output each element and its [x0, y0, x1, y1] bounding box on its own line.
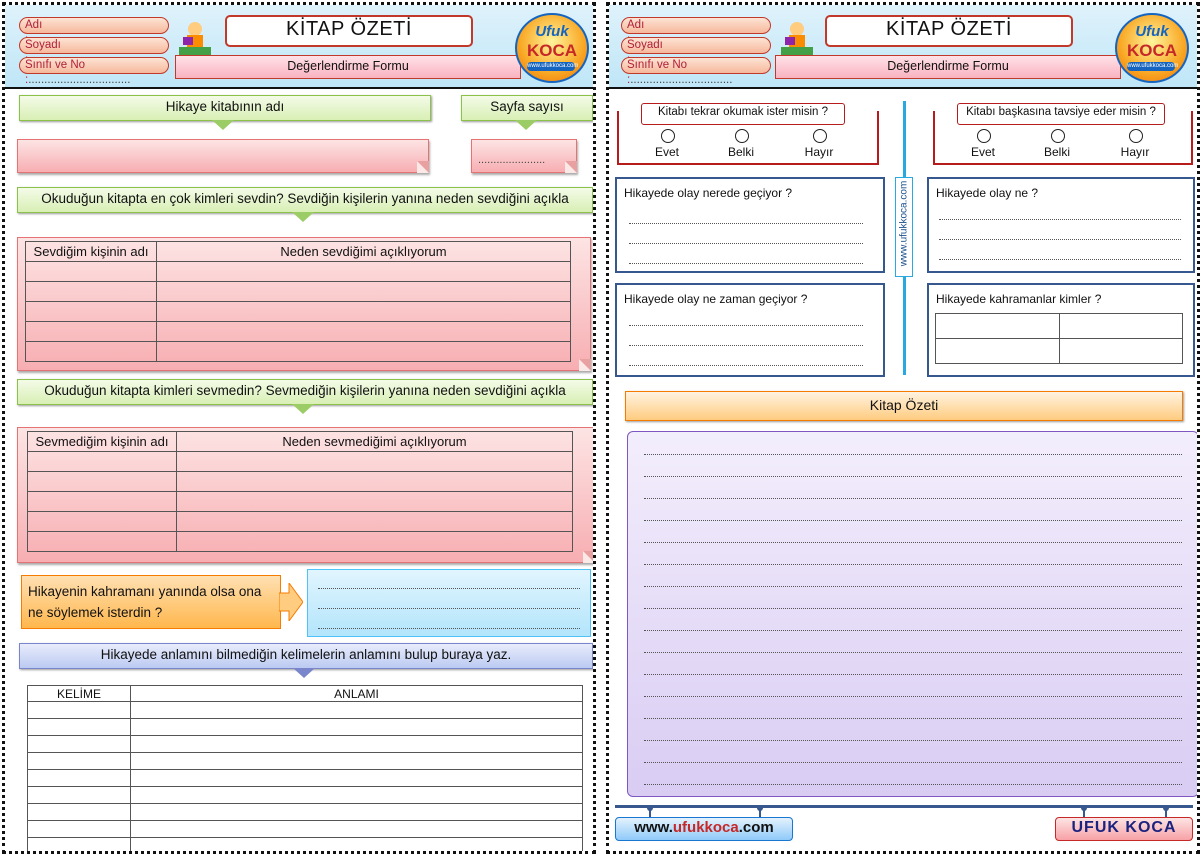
table-row[interactable] — [27, 735, 583, 753]
vocab-col-word: KELİME — [27, 685, 131, 702]
recommend-yes-radio[interactable] — [977, 129, 991, 143]
reread-maybe-radio[interactable] — [735, 129, 749, 143]
table-row[interactable] — [25, 281, 571, 302]
book-name-label: Hikaye kitabının adı — [19, 95, 431, 121]
page-title: KİTAP ÖZETİ — [225, 15, 473, 47]
table-row[interactable] — [27, 531, 573, 552]
summary-title: Kitap Özeti — [625, 391, 1183, 421]
option-no-label: Hayır — [1120, 145, 1150, 159]
liked-col-name: Sevdiğim kişinin adı — [25, 241, 157, 262]
table-row[interactable] — [27, 752, 583, 770]
reread-question: Kitabı tekrar okumak ister misin ? — [641, 103, 845, 125]
disliked-col-reason: Neden sevmediğimi açıklıyorum — [176, 431, 573, 452]
liked-table: Sevdiğim kişinin adı Neden sevdiğimi açık… — [25, 241, 571, 362]
hero-answer-box[interactable] — [307, 569, 591, 637]
name-field[interactable]: Adı :...................................… — [621, 17, 771, 46]
liked-question: Okuduğun kitapta en çok kimleri sevdin? … — [17, 187, 593, 213]
table-row[interactable] — [27, 471, 573, 492]
option-maybe-label: Belki — [1043, 145, 1070, 159]
page-subtitle: Değerlendirme Formu — [775, 55, 1121, 79]
disliked-col-name: Sevmediğim kişinin adı — [27, 431, 177, 452]
where-box[interactable]: Hikayede olay nerede geçiyor ? — [615, 177, 885, 273]
logo: Ufuk KOCA www.ufukkoca.com — [515, 13, 589, 83]
table-row[interactable] — [27, 803, 583, 821]
vocab-instruction: Hikayede anlamını bilmediğin kelimelerin… — [19, 643, 593, 669]
book-name-input[interactable] — [17, 139, 429, 173]
disliked-table: Sevmediğim kişinin adı Neden sevmediğimi … — [27, 431, 573, 552]
what-question: Hikayede olay ne ? — [936, 186, 1039, 200]
option-yes-label: Evet — [970, 145, 995, 159]
table-row[interactable] — [935, 338, 1183, 364]
table-row[interactable] — [27, 491, 573, 512]
disliked-question: Okuduğun kitapta kimleri sevmedin? Sevme… — [17, 379, 593, 405]
reread-yes-radio[interactable] — [661, 129, 675, 143]
table-row[interactable] — [27, 786, 583, 804]
characters-box[interactable]: Hikayede kahramanlar kimler ? — [927, 283, 1195, 377]
summary-area[interactable] — [627, 431, 1197, 797]
table-row[interactable] — [25, 301, 571, 322]
class-field[interactable]: Sınıfı ve No :..........................… — [19, 57, 169, 86]
vocab-table: KELİME ANLAMI — [27, 685, 583, 851]
footer-author-name: UFUK KOCA — [1055, 817, 1193, 841]
table-row[interactable] — [935, 313, 1183, 339]
option-no-label: Hayır — [804, 145, 834, 159]
option-maybe-label: Belki — [727, 145, 754, 159]
table-row[interactable] — [25, 341, 571, 362]
table-row[interactable] — [25, 261, 571, 282]
when-question: Hikayede olay ne zaman geçiyor ? — [624, 292, 808, 306]
arrow-down-icon — [292, 404, 314, 414]
characters-question: Hikayede kahramanlar kimler ? — [936, 292, 1102, 306]
recommend-question: Kitabı başkasına tavsiye eder misin ? — [957, 103, 1165, 125]
table-row[interactable] — [27, 701, 583, 719]
recommend-maybe-radio[interactable] — [1051, 129, 1065, 143]
right-page: Adı :...................................… — [606, 2, 1200, 854]
logo: Ufuk KOCA www.ufukkoca.com — [1115, 13, 1189, 83]
page-count-label: Sayfa sayısı — [461, 95, 593, 121]
footer-url-link[interactable]: www.ufukkoca.com — [615, 817, 793, 841]
surname-field[interactable]: Soyadı :................................… — [19, 37, 169, 66]
name-field[interactable]: Adı :...................................… — [19, 17, 169, 46]
surname-field[interactable]: Soyadı :................................… — [621, 37, 771, 66]
vertical-url: www.ufukkoca.com — [895, 177, 913, 277]
page-count-input[interactable]: ...................... — [471, 139, 577, 173]
arrow-right-icon — [279, 583, 303, 621]
vocab-col-meaning: ANLAMI — [130, 685, 583, 702]
reread-no-radio[interactable] — [813, 129, 827, 143]
characters-table — [935, 313, 1183, 364]
table-row[interactable] — [27, 820, 583, 838]
recommend-no-radio[interactable] — [1129, 129, 1143, 143]
table-row[interactable] — [25, 321, 571, 342]
when-box[interactable]: Hikayede olay ne zaman geçiyor ? — [615, 283, 885, 377]
arrow-down-icon — [292, 212, 314, 222]
hero-question: Hikayenin kahramanı yanında olsa ona ne … — [21, 575, 281, 629]
arrow-down-icon — [293, 668, 315, 678]
liked-col-reason: Neden sevdiğimi açıklıyorum — [156, 241, 571, 262]
option-yes-label: Evet — [654, 145, 679, 159]
left-page: Adı :...................................… — [2, 2, 596, 854]
what-box[interactable]: Hikayede olay ne ? — [927, 177, 1195, 273]
page-title: KİTAP ÖZETİ — [825, 15, 1073, 47]
class-field[interactable]: Sınıfı ve No :..........................… — [621, 57, 771, 86]
table-row[interactable] — [27, 718, 583, 736]
table-row[interactable] — [27, 511, 573, 532]
table-row[interactable] — [27, 769, 583, 787]
arrow-down-icon — [212, 120, 234, 130]
arrow-down-icon — [515, 120, 537, 130]
footer-line — [615, 805, 1193, 808]
table-row[interactable] — [27, 837, 583, 851]
table-row[interactable] — [27, 451, 573, 472]
page-subtitle: Değerlendirme Formu — [175, 55, 521, 79]
where-question: Hikayede olay nerede geçiyor ? — [624, 186, 793, 200]
